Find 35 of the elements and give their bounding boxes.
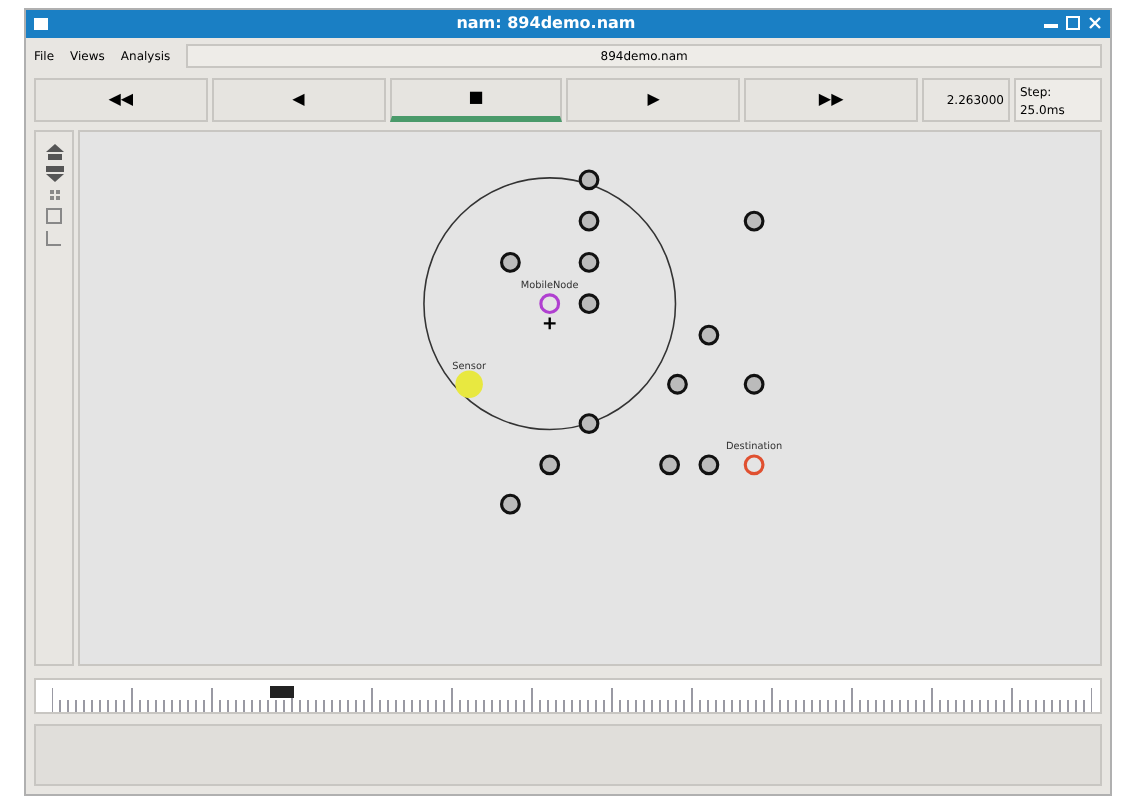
network-node[interactable] [743, 374, 765, 396]
playback-button[interactable]: ▶ [566, 78, 741, 123]
sensor-node[interactable] [455, 370, 483, 399]
network-node[interactable] [539, 454, 561, 476]
network-node[interactable] [743, 454, 765, 476]
network-node[interactable] [578, 413, 600, 435]
network-node[interactable] [578, 252, 600, 274]
zoom-out-icon[interactable] [45, 166, 63, 183]
network-node[interactable] [667, 374, 688, 396]
playback-button[interactable]: ◀◀ [34, 78, 208, 123]
timeline-slider[interactable] [34, 678, 1102, 714]
playback-button[interactable]: ▶▶ [744, 78, 918, 123]
square-icon[interactable] [46, 208, 62, 225]
network-node[interactable] [698, 454, 720, 476]
network-node[interactable] [659, 454, 680, 476]
grid-icon[interactable] [47, 188, 61, 203]
minimize-icon[interactable] [1044, 24, 1058, 29]
network-node[interactable] [698, 325, 720, 346]
network-node[interactable] [500, 494, 521, 515]
close-icon[interactable] [1088, 16, 1102, 31]
zoom-in-icon[interactable] [45, 144, 63, 161]
network-node[interactable] [743, 211, 765, 232]
cross-icon [542, 316, 557, 331]
playback-button[interactable]: ◀ [211, 78, 386, 123]
playback-button[interactable]: ■ [389, 78, 563, 123]
network-node[interactable] [539, 293, 561, 315]
network-node[interactable] [578, 211, 600, 232]
network-node[interactable] [578, 293, 600, 315]
network-node[interactable] [578, 169, 600, 191]
corner-icon[interactable] [46, 230, 62, 247]
maximize-icon[interactable] [1066, 16, 1080, 31]
network-node[interactable] [500, 252, 521, 274]
window-menu-icon[interactable] [34, 17, 48, 30]
window-title: nam: 894demo.nam [454, 11, 638, 36]
timeline-thumb[interactable] [270, 686, 295, 699]
